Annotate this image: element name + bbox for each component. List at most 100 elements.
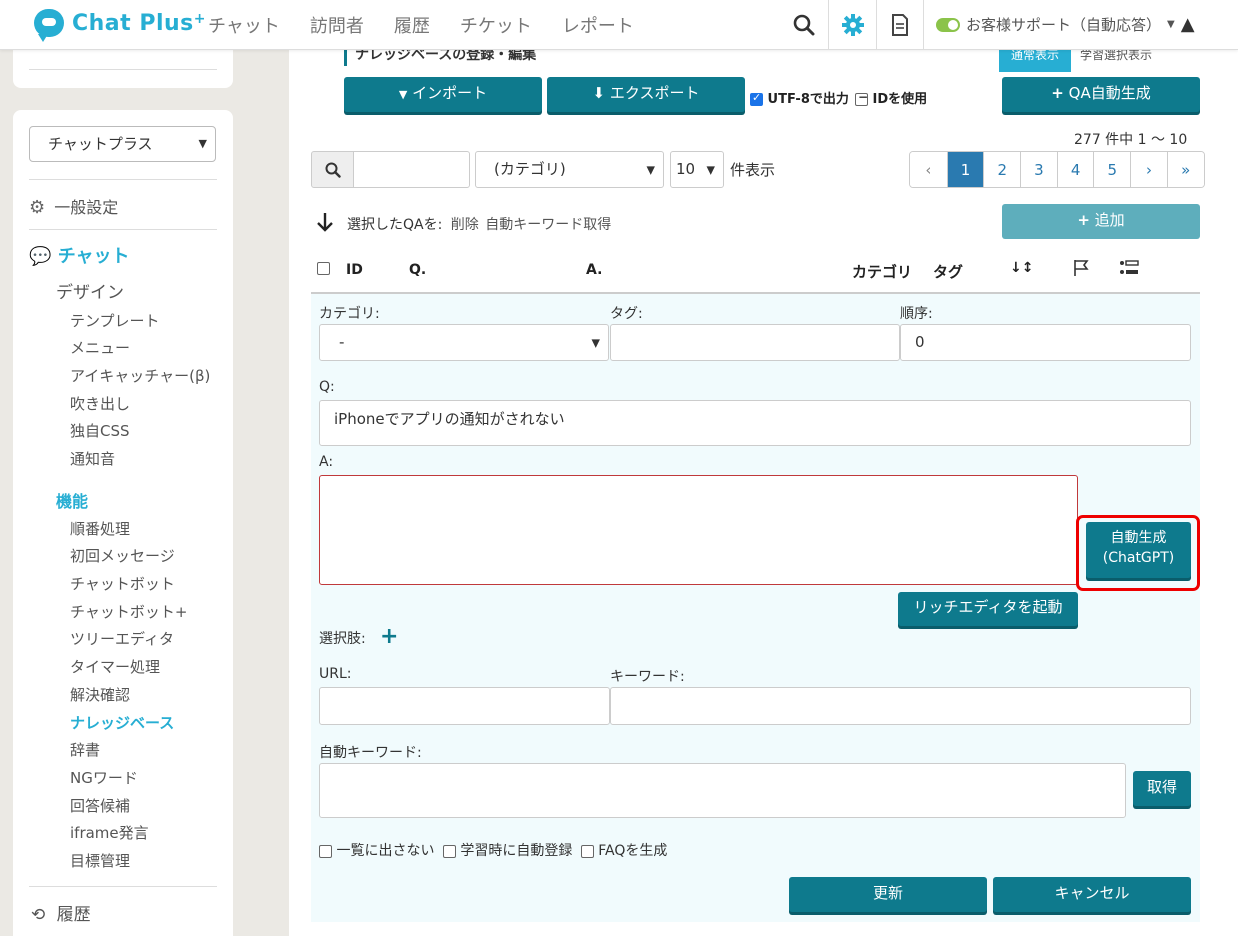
- page-5[interactable]: 5: [1093, 152, 1131, 187]
- auto-keyword-input[interactable]: [319, 763, 1126, 818]
- faq-checkbox[interactable]: [580, 844, 594, 858]
- category-filter-select[interactable]: (カテゴリ) ▼: [475, 151, 664, 188]
- per-page-value: 10: [676, 160, 696, 178]
- page-next[interactable]: ›: [1130, 152, 1167, 187]
- warning-icon[interactable]: ▲: [1181, 14, 1195, 35]
- per-page-select[interactable]: 10 ▼: [670, 151, 724, 188]
- bulk-label: 選択したQAを:: [347, 217, 443, 233]
- order-input[interactable]: 0: [900, 324, 1191, 361]
- fetch-button[interactable]: 取得: [1133, 771, 1191, 806]
- chevron-down-icon: ▼: [706, 163, 715, 176]
- col-q[interactable]: Q.: [409, 262, 426, 278]
- sidebar-item-goals[interactable]: 目標管理: [70, 850, 130, 871]
- nav-tickets[interactable]: チケット: [460, 12, 532, 38]
- sidebar-item-design[interactable]: デザイン: [56, 278, 124, 303]
- nav-history[interactable]: 履歴: [394, 12, 430, 38]
- sidebar-item-ng-word[interactable]: NGワード: [70, 767, 138, 788]
- gears-icon: ⚙: [29, 197, 46, 218]
- sidebar-item-chatbot-plus[interactable]: チャットボット+: [70, 601, 187, 622]
- add-button[interactable]: + 追加: [1002, 204, 1200, 239]
- page-4[interactable]: 4: [1056, 152, 1094, 187]
- sidebar-item-resolution[interactable]: 解決確認: [70, 684, 130, 705]
- logo[interactable]: Chat Plus+: [34, 9, 206, 42]
- rich-editor-button[interactable]: リッチエディタを起動: [898, 592, 1078, 626]
- plus-icon: +: [1077, 211, 1090, 229]
- q-textarea[interactable]: iPhoneでアプリの通知がされない: [319, 400, 1191, 446]
- search-icon[interactable]: [780, 0, 828, 50]
- keyword-input[interactable]: [610, 687, 1191, 725]
- sidebar-item-template[interactable]: テンプレート: [70, 310, 160, 331]
- sidebar-item-dictionary[interactable]: 辞書: [70, 739, 100, 760]
- auto-keyword-label: 自動キーワード:: [319, 745, 422, 761]
- account-menu[interactable]: お客様サポート（自動応答） ▼ ▲: [936, 14, 1195, 35]
- use-id-option[interactable]: IDを使用: [855, 88, 927, 107]
- page-prev[interactable]: ‹: [910, 152, 947, 187]
- cancel-button[interactable]: キャンセル: [993, 877, 1191, 912]
- page-3[interactable]: 3: [1020, 152, 1057, 187]
- use-id-checkbox[interactable]: [855, 90, 868, 106]
- tag-input[interactable]: [610, 324, 900, 361]
- nav-visitors[interactable]: 訪問者: [310, 12, 364, 38]
- utf8-checkbox[interactable]: [750, 91, 763, 106]
- document-icon[interactable]: [876, 0, 924, 50]
- gear-icon[interactable]: [828, 0, 876, 50]
- auto-register-checkbox[interactable]: [442, 844, 456, 858]
- sort-icon[interactable]: ↓↕: [1010, 260, 1033, 276]
- col-a[interactable]: A.: [586, 262, 602, 278]
- col-id[interactable]: ID: [346, 262, 363, 278]
- sidebar-item-chatbot[interactable]: チャットボット: [70, 573, 175, 594]
- sidebar-item-timer[interactable]: タイマー処理: [70, 656, 160, 677]
- search-input[interactable]: [353, 151, 470, 188]
- flag-icon[interactable]: [1073, 259, 1089, 281]
- tab-normal-view[interactable]: 通常表示: [999, 48, 1071, 72]
- sidebar-item-queue[interactable]: 順番処理: [70, 518, 130, 539]
- sidebar-item-tree-editor[interactable]: ツリーエディタ: [70, 628, 174, 649]
- nav-reports[interactable]: レポート: [562, 12, 634, 38]
- sidebar-item-bubble[interactable]: 吹き出し: [70, 393, 130, 414]
- qa-auto-generate-button[interactable]: + QA自動生成: [1002, 77, 1200, 112]
- page-2[interactable]: 2: [983, 152, 1021, 187]
- col-category[interactable]: カテゴリ: [852, 261, 912, 282]
- download-icon: ⬇: [592, 84, 606, 102]
- url-label: URL:: [319, 666, 352, 682]
- col-tag[interactable]: タグ: [933, 261, 963, 282]
- sidebar-item-menu[interactable]: メニュー: [70, 337, 130, 358]
- tab-learn-view[interactable]: 学習選択表示: [1080, 48, 1170, 72]
- auto-generate-chatgpt-button[interactable]: 自動生成 (ChatGPT): [1086, 522, 1191, 578]
- category-select[interactable]: - ▼: [319, 324, 609, 361]
- sidebar-item-general-settings[interactable]: ⚙ 一般設定: [29, 194, 118, 218]
- sidebar-item-iframe[interactable]: iframe発言: [70, 822, 149, 843]
- account-label: お客様サポート（自動応答）: [966, 16, 1162, 34]
- bulk-keyword-link[interactable]: 自動キーワード取得: [485, 217, 611, 233]
- bulk-delete-link[interactable]: 削除: [451, 217, 479, 233]
- sidebar-item-notify-sound[interactable]: 通知音: [70, 448, 115, 469]
- sidebar-item-chat[interactable]: 💬 チャット: [29, 242, 130, 268]
- hide-from-list-checkbox[interactable]: [319, 844, 332, 858]
- site-select[interactable]: チャットプラス ▼: [29, 126, 216, 162]
- add-choice-plus-icon[interactable]: +: [380, 624, 398, 649]
- divider: [29, 229, 217, 230]
- sidebar-item-history[interactable]: ⟲ 履歴: [31, 900, 91, 925]
- divider: [29, 886, 217, 887]
- sidebar-item-answer-candidates[interactable]: 回答候補: [70, 795, 130, 816]
- select-all-checkbox[interactable]: [317, 262, 330, 275]
- search-icon[interactable]: [311, 151, 354, 188]
- page-1[interactable]: 1: [946, 152, 984, 187]
- a-textarea[interactable]: [319, 475, 1078, 585]
- category-filter-value: (カテゴリ): [494, 160, 566, 178]
- nav-chat[interactable]: チャット: [208, 12, 280, 38]
- online-toggle[interactable]: [936, 17, 960, 32]
- sidebar-item-first-message[interactable]: 初回メッセージ: [70, 545, 175, 566]
- url-input[interactable]: [319, 687, 610, 725]
- import-button[interactable]: ▼ インポート: [344, 77, 542, 112]
- a-label: A:: [319, 454, 334, 470]
- export-button[interactable]: ⬇ エクスポート: [547, 77, 745, 112]
- update-button[interactable]: 更新: [789, 877, 987, 912]
- page-last[interactable]: »: [1166, 152, 1204, 187]
- sidebar-item-label: チャット: [57, 246, 130, 267]
- list-settings-icon[interactable]: [1119, 260, 1139, 280]
- utf8-option[interactable]: UTF-8で出力: [750, 88, 849, 107]
- sidebar-item-custom-css[interactable]: 独自CSS: [70, 420, 130, 441]
- sidebar-item-eyecatcher[interactable]: アイキャッチャー(β): [70, 365, 210, 386]
- sidebar-item-knowledge-base[interactable]: ナレッジベース: [70, 712, 174, 733]
